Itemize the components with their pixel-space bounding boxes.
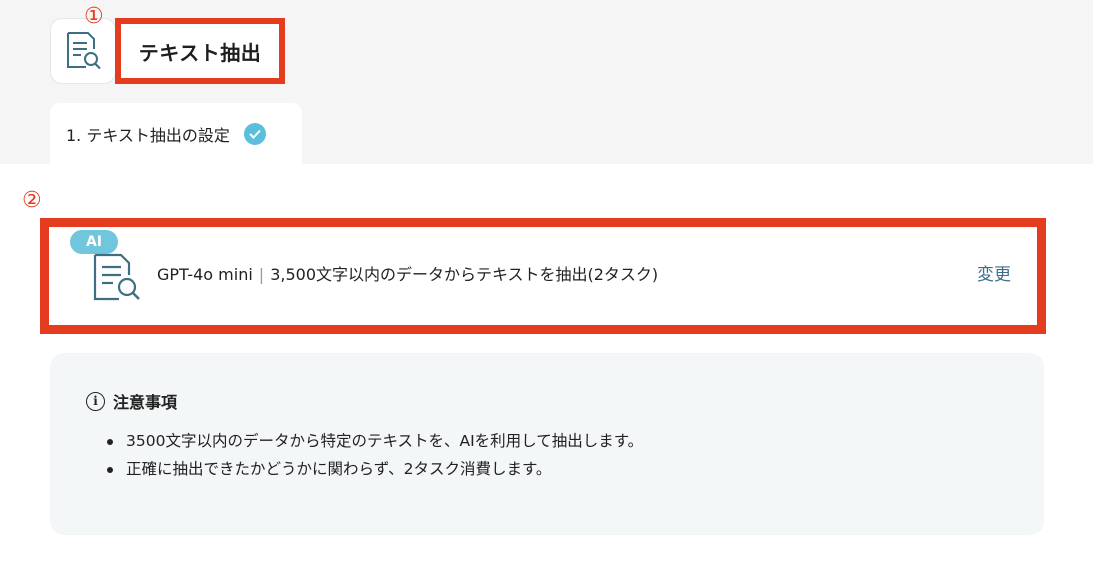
ai-action-card[interactable]: AI GPT-4o mini | 3,500文字以内のデータからテキストを抽出(2タ…: [40, 218, 1046, 334]
notice-panel: i 注意事項 3500文字以内のデータから特定のテキストを、AIを利用して抽出し…: [50, 353, 1044, 535]
step-tab-text-extract-settings[interactable]: 1. テキスト抽出の設定: [50, 103, 302, 164]
document-search-icon: [93, 253, 140, 301]
action-description: 3,500文字以内のデータからテキストを抽出(2タスク): [270, 265, 659, 284]
change-button[interactable]: 変更: [977, 260, 1011, 285]
document-search-icon: [67, 32, 101, 70]
notice-heading: i 注意事項: [86, 389, 177, 413]
check-icon: [243, 122, 266, 145]
list-item: 正確に抽出できたかどうかに関わらず、2タスク消費します。: [106, 455, 643, 483]
notice-title: 注意事項: [113, 393, 178, 412]
model-name: GPT-4o mini: [157, 265, 253, 284]
annotation-marker-2: ②: [22, 188, 42, 213]
list-item: 3500文字以内のデータから特定のテキストを、AIを利用して抽出します。: [106, 427, 643, 455]
notice-list: 3500文字以内のデータから特定のテキストを、AIを利用して抽出します。 正確に…: [106, 427, 643, 483]
step-label: 1. テキスト抽出の設定: [66, 125, 230, 145]
separator: |: [258, 265, 265, 284]
title-highlight-box: テキスト抽出: [115, 18, 285, 84]
page-title: テキスト抽出: [138, 40, 262, 65]
ai-action-description: GPT-4o mini | 3,500文字以内のデータからテキストを抽出(2タスク): [157, 261, 658, 285]
text-extract-app-icon: [50, 18, 116, 84]
info-icon: i: [86, 391, 105, 411]
annotation-marker-1: ①: [84, 4, 104, 29]
